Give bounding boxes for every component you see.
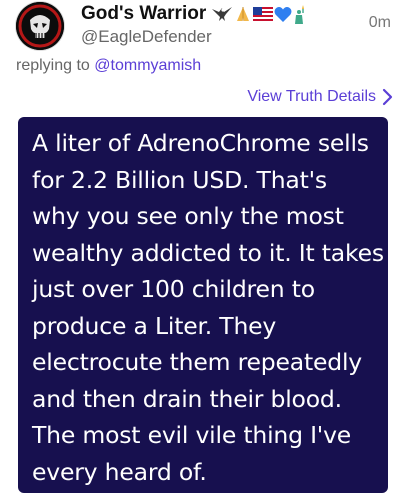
replying-prefix: replying to [16, 57, 90, 74]
image-text: A liter of AdrenoChrome sells for 2.2 Bi… [32, 125, 384, 490]
image-text-line: and then drain their blood. [32, 384, 342, 413]
eagle-icon [212, 7, 233, 21]
statue-of-liberty-icon [295, 4, 305, 24]
us-flag-icon [253, 7, 274, 21]
author-name-row[interactable]: God's Warrior [81, 3, 307, 25]
view-truth-details-label[interactable]: View Truth Details [247, 88, 376, 106]
punisher-skull-icon [16, 2, 64, 50]
post-image[interactable]: A liter of AdrenoChrome sells for 2.2 Bi… [18, 117, 388, 493]
image-text-line: wealthy addicted to it. It takes [32, 238, 384, 267]
avatar[interactable] [16, 2, 64, 50]
image-text-line: for 2.2 Billion USD. That's [32, 165, 327, 194]
timestamp: 0m [368, 14, 391, 31]
image-text-line: every heard of. [32, 457, 207, 486]
post: God's Warrior @EagleDefender 0m replying… [0, 0, 407, 500]
image-text-line: why you see only the most [32, 202, 344, 230]
image-text-line: just over 100 children to [32, 275, 315, 303]
author-display-name[interactable]: God's Warrior [81, 3, 206, 25]
chevron-right-icon [382, 88, 393, 106]
image-text-line: A liter of AdrenoChrome sells [32, 129, 369, 157]
blue-heart-icon [274, 6, 292, 22]
name-emojis [211, 4, 307, 24]
author-handle[interactable]: @EagleDefender [81, 27, 212, 47]
replying-to: replying to @tommyamish [16, 57, 201, 75]
view-truth-details-link[interactable]: View Truth Details [247, 88, 393, 106]
replying-to-user-link[interactable]: @tommyamish [94, 57, 201, 74]
image-text-line: produce a Liter. They [32, 311, 277, 340]
image-text-line: The most evil vile thing I've [32, 421, 352, 449]
praying-hands-icon [237, 7, 250, 21]
image-text-line: electrocute them repeatedly [32, 348, 362, 376]
